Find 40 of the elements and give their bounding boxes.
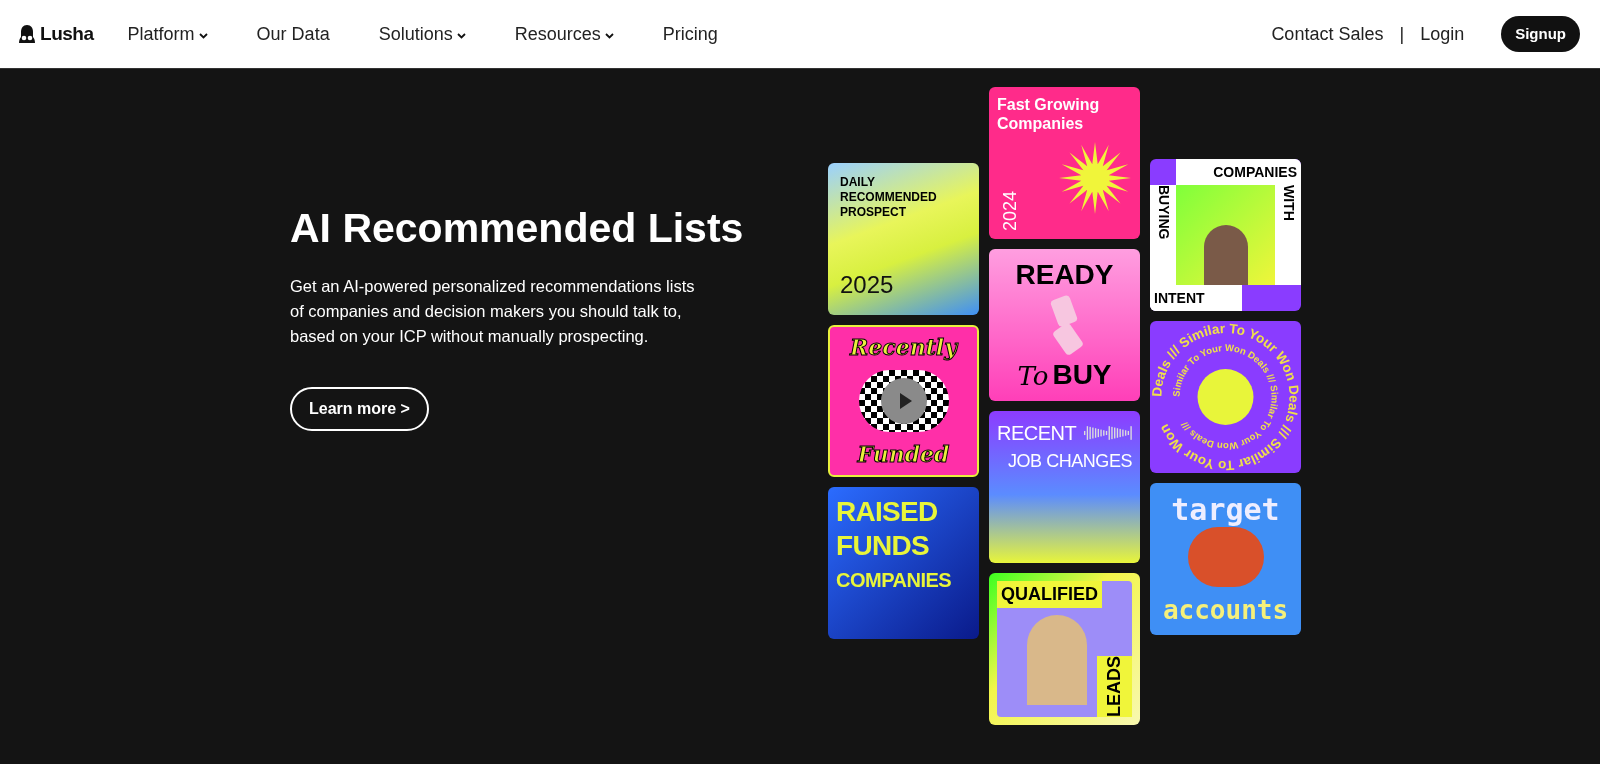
nav-link[interactable]: Pricing <box>662 20 718 48</box>
tile-title: FUNDS <box>836 529 929 563</box>
tile-title: WITH <box>1275 185 1301 285</box>
tile-title: INTENT <box>1150 285 1242 311</box>
tile-title: target <box>1171 495 1280 525</box>
chevron-down-icon <box>198 33 208 39</box>
separator: | <box>1399 22 1405 46</box>
chevron-down-icon <box>604 33 614 39</box>
tile-title: Recently <box>850 333 957 362</box>
tile-title: DAILY RECOMMENDED PROSPECT <box>840 175 938 220</box>
contact-sales-link[interactable]: Contact Sales <box>1271 20 1384 48</box>
tile-title: RECENT <box>997 421 1077 446</box>
nav-link[interactable]: Platform <box>127 20 208 48</box>
tile-title: LEADS <box>1097 656 1132 717</box>
tile-title: COMPANIES <box>836 568 952 593</box>
tile-title: accounts <box>1162 597 1289 623</box>
nav-link[interactable]: Solutions <box>378 20 466 48</box>
tile-title: RAISED <box>836 495 938 529</box>
tile-year: 2024 <box>999 190 1021 231</box>
nav-link[interactable]: Resources <box>514 20 614 48</box>
tile-title: READY <box>1015 261 1114 289</box>
signup-button[interactable]: Signup <box>1501 16 1580 52</box>
sound-wave-icon <box>1084 423 1132 443</box>
tile-title: JOB CHANGES <box>1007 450 1132 473</box>
tile-title: QUALIFIED <box>997 581 1102 608</box>
nav-link[interactable]: Our Data <box>256 20 330 48</box>
hero-description: Get an AI-powered personalized recommendations lists of companies and decision makers you should talk to, based on your ICP without manually prospecting. <box>290 276 696 348</box>
logo-text[interactable]: Lusha <box>40 19 94 49</box>
tile-title: COMPANIES <box>1176 159 1301 185</box>
tile-title: Funded <box>857 440 950 469</box>
chevron-down-icon <box>456 33 466 39</box>
tile-title: BUY <box>1052 361 1112 389</box>
learn-more-button[interactable]: Learn more > <box>290 387 429 432</box>
hero-title: AI Recommended Lists <box>290 204 745 253</box>
logo-icon <box>18 24 36 44</box>
login-link[interactable]: Login <box>1420 20 1465 48</box>
tile-title: Fast Growing Companies <box>997 95 1101 133</box>
tile-year: 2025 <box>840 270 895 300</box>
play-icon <box>880 378 927 424</box>
tile-title: To <box>1017 363 1049 389</box>
